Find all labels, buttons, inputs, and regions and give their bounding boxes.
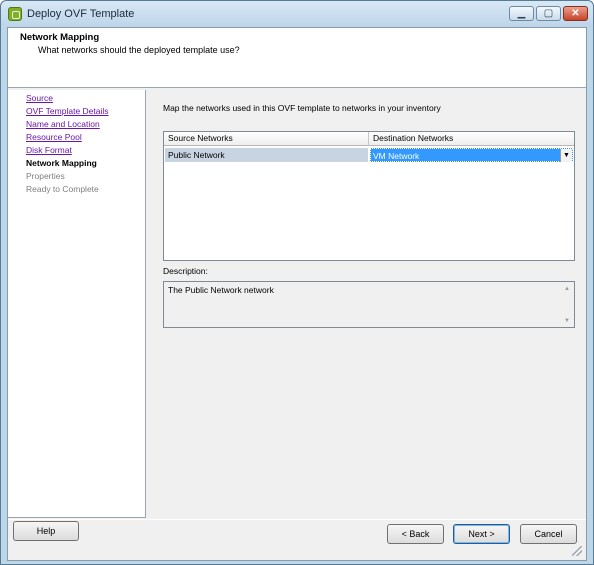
step-source[interactable]: Source [26, 93, 53, 103]
cancel-button[interactable]: Cancel [520, 524, 577, 544]
close-button[interactable]: ✕ [563, 6, 588, 21]
minimize-button[interactable]: ▁ [509, 6, 534, 21]
footer-divider [8, 519, 586, 520]
step-disk-format[interactable]: Disk Format [26, 145, 72, 155]
step-ready-to-complete: Ready to Complete [26, 184, 99, 194]
scroll-up-icon[interactable]: ▲ [562, 284, 572, 293]
mapping-instruction: Map the networks used in this OVF templa… [163, 103, 441, 113]
window-title: Deploy OVF Template [27, 8, 135, 20]
page-subtitle: What networks should the deployed templa… [38, 45, 240, 55]
description-label: Description: [163, 266, 208, 276]
step-network-mapping: Network Mapping [26, 158, 97, 168]
destination-network-value: VM Network [373, 151, 420, 161]
maximize-icon: ▢ [543, 7, 554, 19]
resize-grip-icon[interactable] [572, 546, 582, 556]
wizard-header: Network Mapping What networks should the… [8, 28, 586, 88]
close-icon: ✕ [571, 7, 580, 19]
deploy-ovf-window: Deploy OVF Template ▁ ▢ ✕ Network Mappin… [0, 0, 594, 565]
maximize-button[interactable]: ▢ [536, 6, 561, 21]
help-button[interactable]: Help [13, 521, 79, 541]
grid-header: Source Networks Destination Networks [164, 132, 574, 146]
column-header-destination-networks[interactable]: Destination Networks [369, 132, 574, 146]
chevron-down-icon[interactable]: ▼ [560, 149, 572, 162]
description-box: The Public Network network ▲ ▼ [163, 281, 575, 328]
destination-network-dropdown[interactable]: VM Network ▼ [370, 148, 573, 162]
table-row[interactable]: Public Network VM Network ▼ [165, 148, 573, 162]
title-bar[interactable]: Deploy OVF Template ▁ ▢ ✕ [1, 1, 593, 27]
network-mapping-grid: Source Networks Destination Networks Pub… [163, 131, 575, 261]
step-ovf-template-details[interactable]: OVF Template Details [26, 106, 109, 116]
wizard-steps-sidebar: Source OVF Template Details Name and Loc… [8, 90, 146, 518]
step-name-and-location[interactable]: Name and Location [26, 119, 100, 129]
back-button[interactable]: < Back [387, 524, 444, 544]
minimize-icon: ▁ [517, 7, 526, 19]
vsphere-icon [8, 7, 22, 21]
source-network-cell[interactable]: Public Network [165, 148, 368, 162]
scroll-down-icon[interactable]: ▼ [562, 316, 572, 325]
step-properties: Properties [26, 171, 65, 181]
dialog-client-area: Network Mapping What networks should the… [7, 27, 587, 561]
page-title: Network Mapping [20, 32, 100, 43]
description-text: The Public Network network [168, 285, 274, 295]
step-resource-pool[interactable]: Resource Pool [26, 132, 82, 142]
next-button[interactable]: Next > [453, 524, 510, 544]
column-header-source-networks[interactable]: Source Networks [164, 132, 369, 146]
